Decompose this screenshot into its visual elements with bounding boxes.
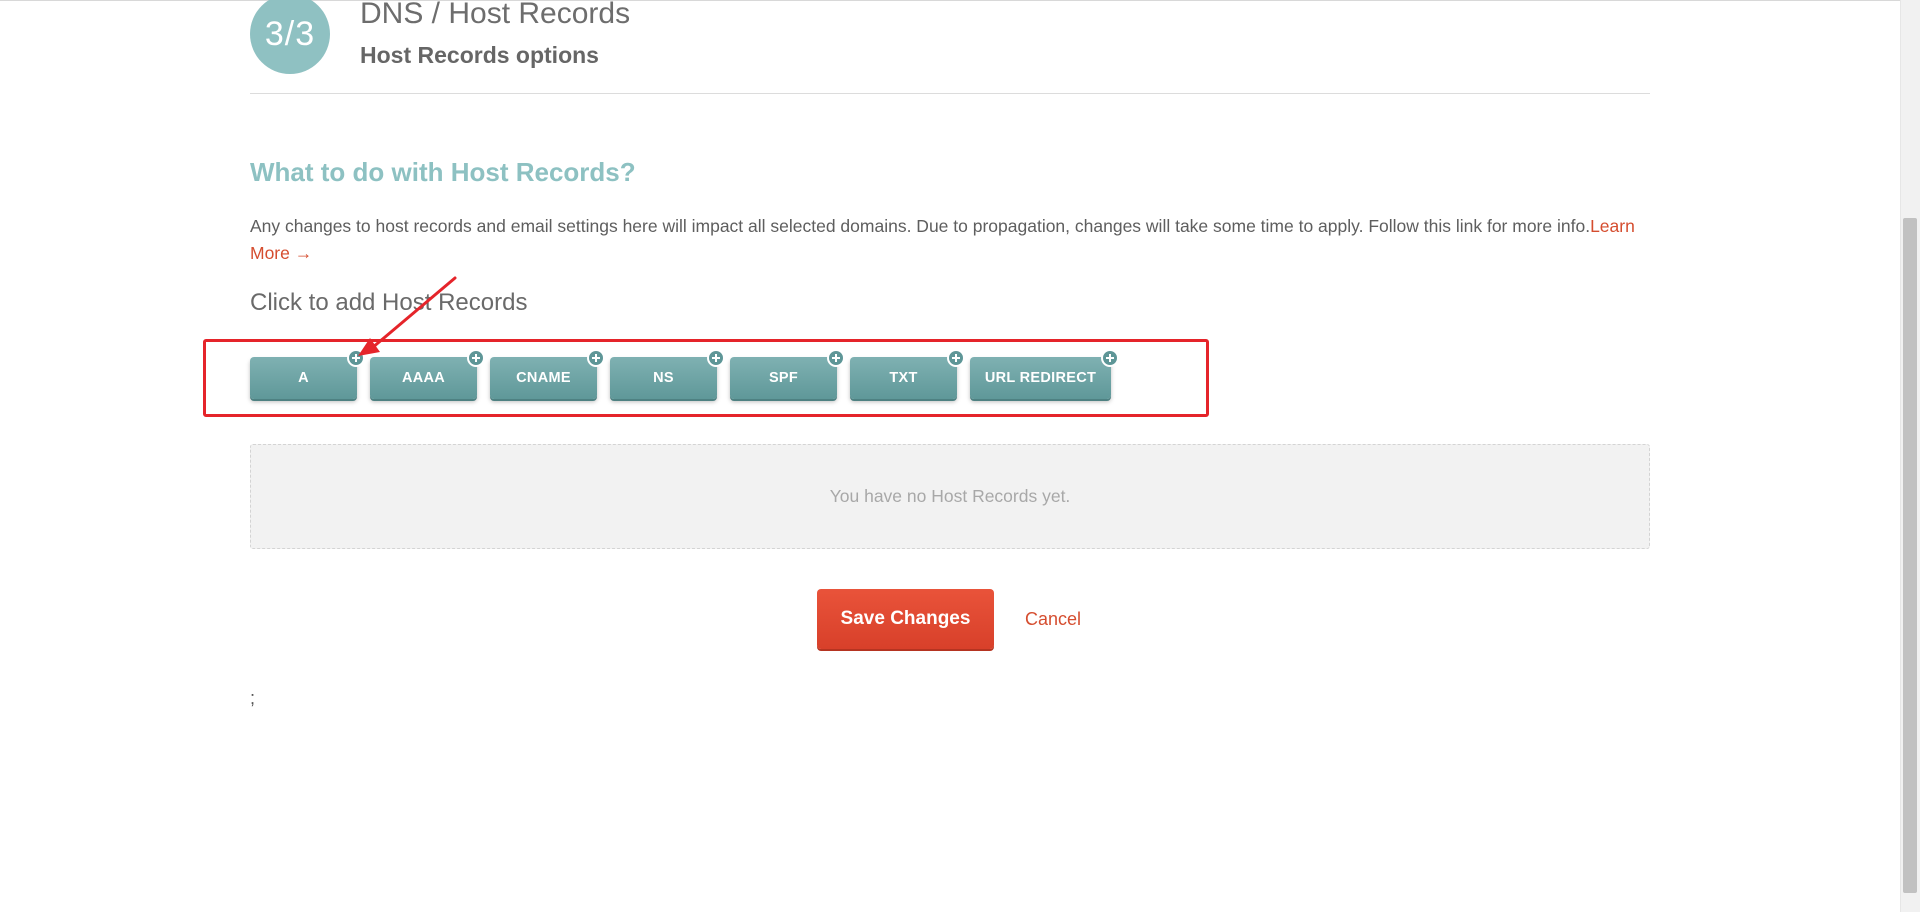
- header-divider: [250, 93, 1650, 94]
- host-records-empty-state: You have no Host Records yet.: [250, 444, 1650, 549]
- record-button-label: NS: [653, 370, 674, 386]
- step-badge: 3/3: [250, 0, 330, 74]
- plus-circle-icon: [1101, 349, 1119, 367]
- record-button-label: AAAA: [401, 370, 446, 386]
- record-button-label: CNAME: [516, 370, 571, 386]
- section-heading: What to do with Host Records?: [250, 157, 636, 187]
- add-spf-record-button[interactable]: SPF: [730, 349, 845, 399]
- add-host-records-label: Click to add Host Records: [250, 289, 528, 316]
- add-aaaa-record-button[interactable]: AAAA: [370, 349, 485, 399]
- plus-circle-icon: [707, 349, 725, 367]
- scrollbar-thumb[interactable]: [1903, 218, 1917, 893]
- add-txt-record-button[interactable]: TXT: [850, 349, 965, 399]
- info-paragraph: Any changes to host records and email se…: [250, 213, 1650, 267]
- plus-circle-icon: [947, 349, 965, 367]
- record-button-label: TXT: [889, 370, 918, 386]
- step-title: DNS / Host Records: [360, 0, 631, 30]
- add-a-record-button[interactable]: A: [250, 349, 365, 399]
- plus-circle-icon: [587, 349, 605, 367]
- info-text: Any changes to host records and email se…: [250, 216, 1591, 236]
- plus-circle-icon: [827, 349, 845, 367]
- record-button-label: URL REDIRECT: [984, 370, 1097, 386]
- add-url-redirect-button[interactable]: URL REDIRECT: [970, 349, 1119, 399]
- step-subtitle: Host Records options: [360, 42, 599, 68]
- cancel-link[interactable]: Cancel: [1025, 608, 1081, 630]
- save-changes-button[interactable]: Save Changes: [817, 589, 994, 649]
- page: 3/3 DNS / Host Records Host Records opti…: [0, 0, 1920, 912]
- plus-circle-icon: [467, 349, 485, 367]
- add-ns-record-button[interactable]: NS: [610, 349, 725, 399]
- add-cname-record-button[interactable]: CNAME: [490, 349, 605, 399]
- empty-state-text: You have no Host Records yet.: [829, 486, 1071, 506]
- record-button-label: SPF: [768, 370, 799, 386]
- stray-text: ;: [250, 688, 256, 708]
- plus-circle-icon: [347, 349, 365, 367]
- record-button-label: A: [298, 370, 309, 386]
